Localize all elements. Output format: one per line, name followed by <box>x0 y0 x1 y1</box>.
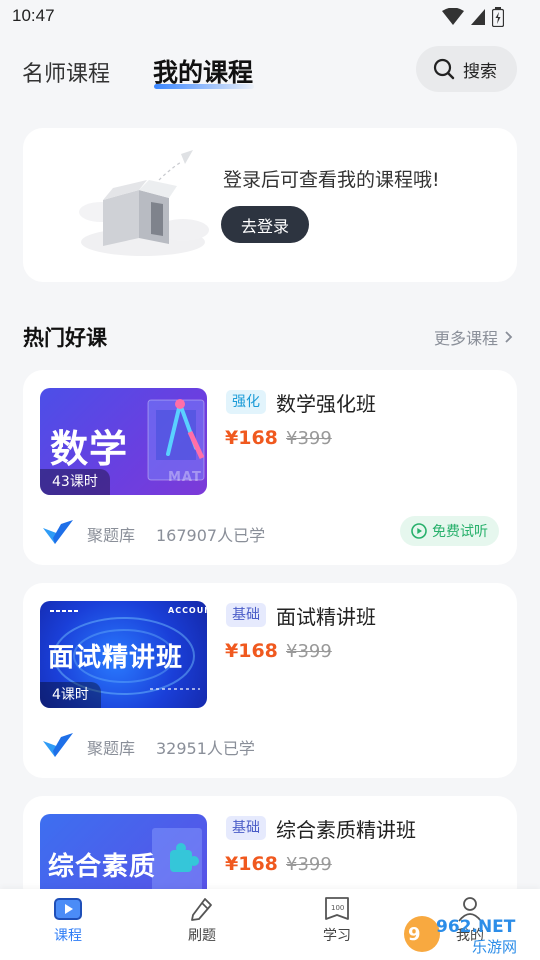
provider-logo-icon <box>43 733 73 757</box>
nav-item-courses[interactable]: 课程 <box>28 895 108 945</box>
course-hours: 43课时 <box>40 469 110 495</box>
course-card[interactable]: ACCOUNT 面试精讲班 4课时 基础 面试精讲班 ¥168 ¥399 聚题库… <box>23 583 517 778</box>
course-price: ¥168 <box>225 853 278 875</box>
course-original-price: ¥399 <box>286 428 332 449</box>
status-icons <box>442 7 504 27</box>
learner-count: 167907人已学 <box>156 526 266 545</box>
svg-text:962.NET: 962.NET <box>436 917 516 937</box>
empty-box-illustration <box>79 150 209 256</box>
course-name: 综合素质精讲班 <box>276 818 416 842</box>
status-bar: 10:47 <box>0 0 540 34</box>
course-price: ¥168 <box>225 640 278 662</box>
login-prompt: 登录后可查看我的课程哦! <box>223 169 440 191</box>
course-hours: 4课时 <box>40 682 101 708</box>
nav-item-study[interactable]: 100 学习 <box>297 895 377 945</box>
thumbnail-badge: ACCOUNT <box>168 606 207 615</box>
svg-text:乐游网: 乐游网 <box>472 938 517 956</box>
nav-label: 学习 <box>323 928 351 944</box>
thumbnail-watermark: MAT <box>168 470 202 485</box>
status-time: 10:47 <box>12 6 55 25</box>
course-level-tag: 强化 <box>226 390 266 414</box>
signal-icon <box>471 9 485 25</box>
section-title-hot: 热门好课 <box>23 326 107 350</box>
more-courses-label: 更多课程 <box>433 329 498 348</box>
course-thumbnail: ACCOUNT 面试精讲班 4课时 <box>40 601 207 708</box>
svg-text:9: 9 <box>408 924 421 945</box>
book-icon: 100 <box>325 897 349 920</box>
free-trial-button[interactable]: 免费试听 <box>400 516 499 546</box>
header: 名师课程 我的课程 搜索 <box>0 44 540 100</box>
course-original-price: ¥399 <box>286 854 332 875</box>
site-watermark: 9 962.NET 乐游网 <box>400 908 535 956</box>
provider-name: 聚题库 <box>87 526 136 545</box>
thumbnail-title: 综合素质 <box>48 852 157 882</box>
battery-icon <box>492 7 504 27</box>
thumbnail-title: 数学 <box>50 427 129 471</box>
pencil-icon <box>191 898 212 921</box>
login-button[interactable]: 去登录 <box>221 206 309 243</box>
course-name: 数学强化班 <box>276 392 376 416</box>
search-label: 搜索 <box>463 61 497 82</box>
course-original-price: ¥399 <box>286 641 332 662</box>
nav-label: 课程 <box>54 928 82 944</box>
active-tab-indicator <box>154 84 254 89</box>
play-icon <box>54 898 82 920</box>
thumbnail-title: 面试精讲班 <box>48 643 184 673</box>
provider-name: 聚题库 <box>87 739 136 758</box>
svg-text:100: 100 <box>331 904 344 912</box>
more-courses-link[interactable]: 更多课程 <box>434 325 513 349</box>
course-level-tag: 基础 <box>226 816 266 840</box>
course-name: 面试精讲班 <box>276 605 376 629</box>
free-trial-label: 免费试听 <box>432 524 488 540</box>
course-thumbnail: 数学 MAT 43课时 <box>40 388 207 495</box>
watermark-logo: 9 962.NET 乐游网 <box>404 916 517 956</box>
nav-label: 刷题 <box>188 928 216 944</box>
search-icon <box>433 58 455 80</box>
tab-teacher-courses[interactable]: 名师课程 <box>22 56 110 88</box>
login-card: 登录后可查看我的课程哦! 去登录 <box>23 128 517 282</box>
search-button[interactable]: 搜索 <box>416 46 517 92</box>
wifi-icon <box>442 8 464 25</box>
nav-item-practice[interactable]: 刷题 <box>162 895 242 945</box>
course-card[interactable]: 数学 MAT 43课时 强化 数学强化班 ¥168 ¥399 聚题库 16790… <box>23 370 517 565</box>
course-price: ¥168 <box>225 427 278 449</box>
play-circle-icon <box>411 523 427 539</box>
chevron-right-icon <box>505 331 513 343</box>
provider-logo-icon <box>43 520 73 544</box>
learner-count: 32951人已学 <box>156 739 255 758</box>
course-level-tag: 基础 <box>226 603 266 627</box>
